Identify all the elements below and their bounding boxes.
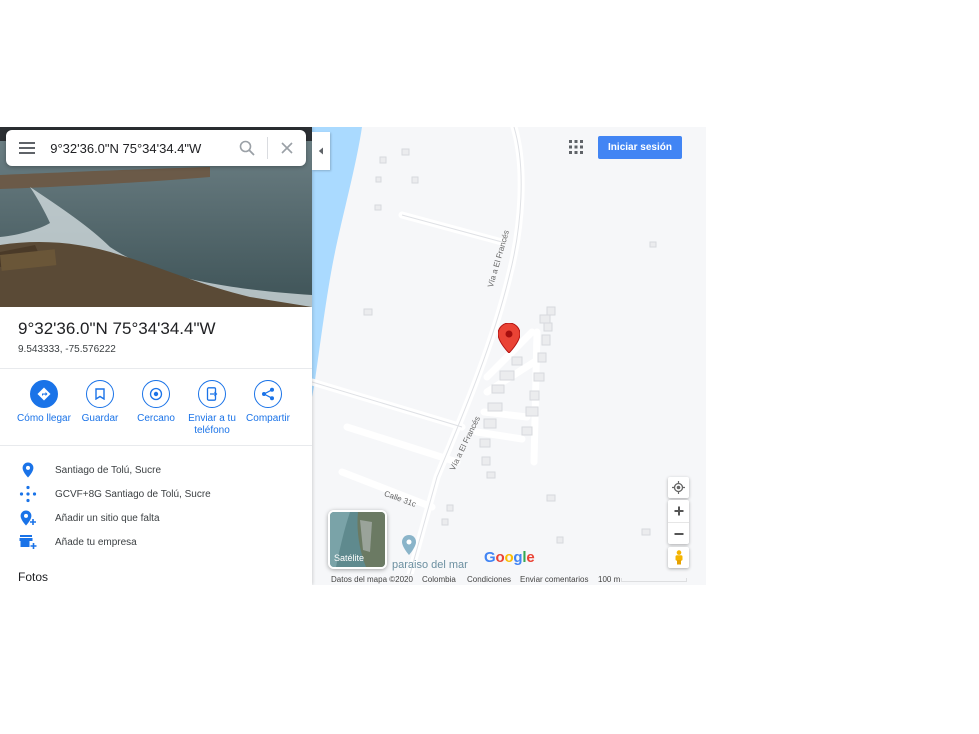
- side-panel: 9°32'36.0"N 75°34'34.4"W 9.543333, -75.5…: [0, 127, 312, 585]
- save-label: Guardar: [81, 413, 119, 424]
- search-input[interactable]: [48, 133, 229, 163]
- plus-icon: [674, 506, 683, 516]
- satellite-label: Satélite: [334, 553, 365, 563]
- send-to-phone-label: Enviar a tu teléfono: [188, 413, 236, 436]
- share-icon: [254, 380, 282, 408]
- directions-label: Cómo llegar: [17, 413, 71, 424]
- zoom-in-button[interactable]: [668, 500, 689, 522]
- share-label: Compartir: [246, 413, 290, 424]
- my-location-button[interactable]: [668, 477, 689, 498]
- search-box: [6, 130, 306, 166]
- add-place-icon: [18, 508, 38, 528]
- satellite-toggle[interactable]: Satélite: [328, 510, 387, 569]
- nearby-icon: [142, 380, 170, 408]
- crosshair-icon: [672, 481, 685, 494]
- divider: [0, 368, 312, 369]
- add-place-text: Añadir un sitio que falta: [55, 512, 160, 524]
- apps-grid-icon[interactable]: [568, 139, 584, 155]
- place-coordinates: 9.543333, -75.576222: [18, 344, 116, 355]
- info-row-plus-code[interactable]: GCVF+8G Santiago de Tolú, Sucre: [18, 484, 308, 504]
- info-row-add-place[interactable]: Añadir un sitio que falta: [18, 508, 308, 528]
- map-attribution-bar: Datos del mapa ©2020 Colombia Condicione…: [328, 574, 706, 585]
- caret-left-icon: [318, 147, 323, 155]
- directions-icon: [30, 380, 58, 408]
- nearby-label: Cercano: [137, 413, 175, 424]
- nearby-button[interactable]: Cercano: [124, 380, 188, 425]
- minus-icon: [674, 532, 683, 535]
- pegman-icon: [675, 550, 682, 565]
- collapse-panel-button[interactable]: [312, 132, 330, 170]
- plus-code-icon: [18, 484, 38, 504]
- poi-label[interactable]: paraiso del mar: [392, 559, 468, 571]
- location-pin-marker[interactable]: [498, 323, 520, 353]
- logo-letter: G: [484, 549, 496, 566]
- location-pin-icon: [18, 460, 38, 480]
- sign-in-button[interactable]: Iniciar sesión: [598, 136, 682, 159]
- country-link[interactable]: Colombia: [422, 575, 456, 584]
- send-to-phone-icon: [198, 380, 226, 408]
- zoom-controls: [668, 500, 689, 544]
- place-title: 9°32'36.0"N 75°34'34.4"W: [18, 319, 216, 338]
- send-to-phone-button[interactable]: Enviar a tu teléfono: [180, 380, 244, 437]
- close-icon[interactable]: [268, 130, 306, 166]
- info-row-add-business[interactable]: Añade tu empresa: [18, 532, 308, 552]
- street-view-pegman[interactable]: [668, 547, 689, 568]
- search-icon[interactable]: [228, 130, 266, 166]
- poi-pin-icon[interactable]: [402, 535, 416, 555]
- info-row-address[interactable]: Santiago de Tolú, Sucre: [18, 460, 308, 480]
- menu-icon[interactable]: [6, 130, 48, 166]
- plus-code-text: GCVF+8G Santiago de Tolú, Sucre: [55, 488, 211, 500]
- bookmark-icon: [86, 380, 114, 408]
- scale-label[interactable]: 100 m: [598, 575, 620, 584]
- add-business-text: Añade tu empresa: [55, 536, 137, 548]
- divider: [0, 445, 312, 446]
- google-logo: Google: [484, 549, 535, 566]
- address-text: Santiago de Tolú, Sucre: [55, 464, 162, 476]
- add-business-icon: [18, 532, 38, 552]
- map-data-credit: Datos del mapa ©2020: [331, 575, 413, 584]
- photos-heading: Fotos: [18, 570, 49, 584]
- save-button[interactable]: Guardar: [68, 380, 132, 425]
- logo-letter: e: [526, 549, 535, 566]
- directions-button[interactable]: Cómo llegar: [12, 380, 76, 425]
- feedback-link[interactable]: Enviar comentarios: [520, 575, 588, 584]
- terms-link[interactable]: Condiciones: [467, 575, 511, 584]
- zoom-out-button[interactable]: [668, 522, 689, 544]
- share-button[interactable]: Compartir: [236, 380, 300, 425]
